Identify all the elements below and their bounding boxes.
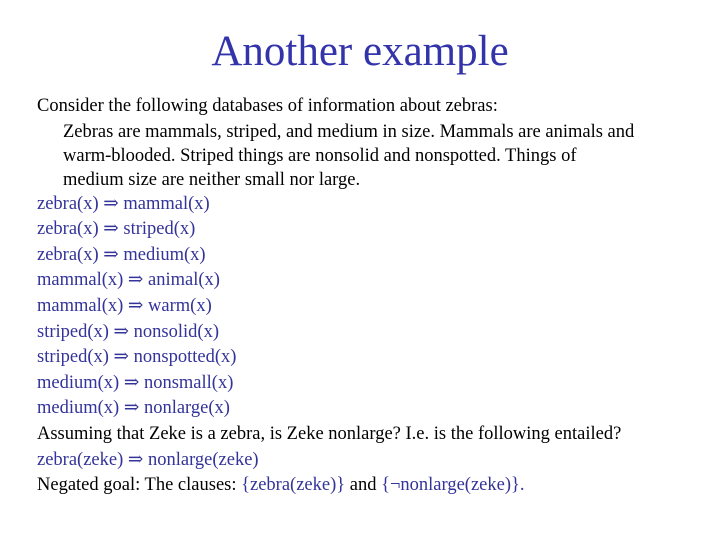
clause-not-nonlarge: {¬nonlarge(zeke)} [381, 475, 520, 496]
rule-item: mammal(x) ⇒ animal(x) [37, 270, 220, 291]
goal-formula: zebra(zeke) ⇒ nonlarge(zeke) [37, 449, 259, 470]
description-line: warm-blooded. Striped things are nonsoli… [63, 145, 577, 166]
rule-item: medium(x) ⇒ nonsmall(x) [37, 372, 234, 393]
question-text: Assuming that Zeke is a zebra, is Zeke n… [37, 423, 622, 444]
rule-item: mammal(x) ⇒ warm(x) [37, 295, 212, 316]
rule-item: zebra(x) ⇒ mammal(x) [37, 193, 210, 214]
rule-item: zebra(x) ⇒ medium(x) [37, 244, 206, 265]
rule-item: zebra(x) ⇒ striped(x) [37, 219, 196, 240]
slide-title: Another example [211, 28, 509, 75]
rule-item: striped(x) ⇒ nonsolid(x) [37, 321, 219, 342]
clause-connector: and [345, 475, 382, 496]
slide-content: Consider the following databases of info… [37, 94, 707, 499]
negated-goal-label: Negated goal: The clauses: [37, 475, 242, 496]
intro-text: Consider the following databases of info… [37, 96, 498, 116]
clause-end: . [519, 475, 525, 496]
description-line: medium size are neither small nor large. [63, 169, 361, 190]
rules-list: zebra(x) ⇒ mammal(x) zebra(x) ⇒ striped(… [37, 192, 707, 422]
clause-zebra: {zebra(zeke)} [241, 475, 346, 496]
description-line: Zebras are mammals, striped, and medium … [63, 121, 635, 142]
rule-item: medium(x) ⇒ nonlarge(x) [37, 398, 230, 419]
rule-item: striped(x) ⇒ nonspotted(x) [37, 347, 237, 368]
zebra-description: Zebras are mammals, striped, and medium … [37, 120, 707, 192]
negated-goal: Negated goal: The clauses: {zebra(zeke)}… [37, 473, 707, 499]
